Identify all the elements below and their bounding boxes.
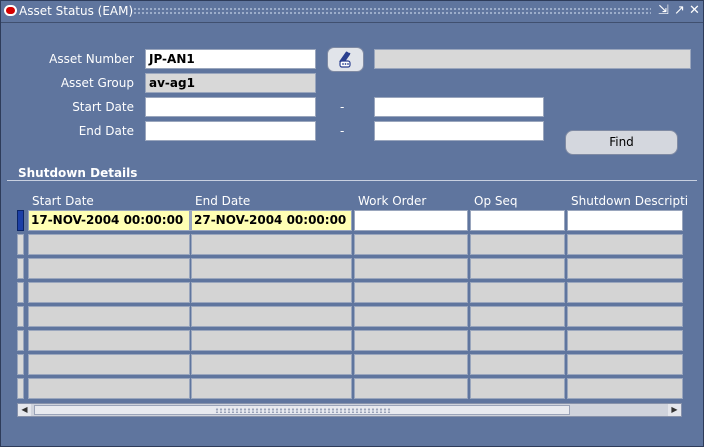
cell-op-seq[interactable] [470,306,565,327]
column-header-shutdown-description: Shutdown Descripti [571,194,689,208]
table-row [17,378,685,399]
start-date-range-separator: - [340,100,345,114]
cell-start-date[interactable] [28,378,190,399]
column-header-work-order: Work Order [358,194,427,208]
minimize-icon[interactable]: ⇲ [656,3,671,18]
cell-shutdown-description[interactable] [567,210,683,231]
cell-start-date[interactable] [28,354,190,375]
close-icon[interactable]: ✕ [687,3,702,18]
cell-start-date[interactable] [28,258,190,279]
cell-shutdown-description[interactable] [567,234,683,255]
table-row [17,234,685,255]
cell-end-date[interactable] [191,354,352,375]
find-button[interactable]: Find [565,130,678,155]
cell-work-order[interactable] [354,234,468,255]
row-indicator[interactable] [17,234,24,255]
start-date-label: Start Date [72,100,134,114]
column-header-start-date: Start Date [32,194,94,208]
cell-end-date[interactable]: 27-NOV-2004 00:00:00 [191,210,352,231]
cell-op-seq[interactable] [470,330,565,351]
cell-work-order[interactable] [354,306,468,327]
cell-shutdown-description[interactable] [567,354,683,375]
asset-description-field [374,49,691,69]
cell-work-order[interactable] [354,378,468,399]
row-indicator[interactable] [17,330,24,351]
cell-start-date[interactable] [28,306,190,327]
cell-work-order[interactable] [354,210,468,231]
maximize-icon[interactable]: ↗ [672,3,687,18]
row-indicator[interactable] [17,282,24,303]
title-bar[interactable]: Asset Status (EAM) ⇲ ↗ ✕ [1,1,703,23]
cell-end-date[interactable] [191,378,352,399]
asset-status-window: Asset Status (EAM) ⇲ ↗ ✕ Asset Number JP… [0,0,704,447]
cell-work-order[interactable] [354,258,468,279]
asset-group-label: Asset Group [60,76,134,90]
end-date-range-separator: - [340,124,345,138]
window-title: Asset Status (EAM) [19,4,134,18]
column-header-end-date: End Date [195,194,251,208]
cell-shutdown-description[interactable] [567,306,683,327]
asset-number-field[interactable]: JP-AN1 [145,49,316,69]
cell-end-date[interactable] [191,306,352,327]
end-date-from-field[interactable] [145,121,316,141]
cell-op-seq[interactable] [470,234,565,255]
cell-work-order[interactable] [354,282,468,303]
start-date-to-field[interactable] [374,97,544,117]
cell-op-seq[interactable] [470,258,565,279]
shutdown-details-title: Shutdown Details [15,166,141,180]
table-row [17,258,685,279]
cell-end-date[interactable] [191,282,352,303]
cell-start-date[interactable] [28,234,190,255]
column-header-op-seq: Op Seq [474,194,518,208]
end-date-to-field[interactable] [374,121,544,141]
cell-op-seq[interactable] [470,210,565,231]
flashlight-icon [339,51,351,68]
cell-shutdown-description[interactable] [567,258,683,279]
cell-end-date[interactable] [191,234,352,255]
row-indicator[interactable] [17,306,24,327]
cell-start-date[interactable]: 17-NOV-2004 00:00:00 [28,210,190,231]
shutdown-grid: 17-NOV-2004 00:00:00 ··· 27-NOV-2004 00:… [17,210,685,401]
horizontal-scrollbar[interactable]: ◀ ▶ [17,403,682,417]
cell-end-date[interactable] [191,258,352,279]
start-date-from-field[interactable] [145,97,316,117]
oracle-logo-icon [4,5,17,16]
row-indicator[interactable] [17,354,24,375]
table-row [17,354,685,375]
cell-op-seq[interactable] [470,378,565,399]
row-indicator[interactable] [17,378,24,399]
cell-work-order[interactable] [354,354,468,375]
scroll-left-icon[interactable]: ◀ [18,404,31,416]
table-row [17,282,685,303]
row-indicator[interactable] [17,258,24,279]
table-row [17,330,685,351]
flashlight-button[interactable] [327,47,364,72]
cell-op-seq[interactable] [470,354,565,375]
cell-shutdown-description[interactable] [567,378,683,399]
end-date-label: End Date [78,124,134,138]
cell-start-date[interactable] [28,282,190,303]
cell-start-date[interactable] [28,330,190,351]
cell-work-order[interactable] [354,330,468,351]
table-row [17,306,685,327]
row-indicator[interactable] [17,210,24,231]
asset-number-label: Asset Number [49,52,134,66]
scroll-thumb[interactable] [34,405,570,415]
cell-op-seq[interactable] [470,282,565,303]
cell-shutdown-description[interactable] [567,282,683,303]
section-divider [7,180,697,181]
cell-end-date[interactable] [191,330,352,351]
cell-shutdown-description[interactable] [567,330,683,351]
table-row: 17-NOV-2004 00:00:00 ··· 27-NOV-2004 00:… [17,210,685,231]
title-grip [133,7,651,15]
asset-group-field[interactable]: av-ag1 [145,73,316,93]
scroll-right-icon[interactable]: ▶ [668,404,681,416]
